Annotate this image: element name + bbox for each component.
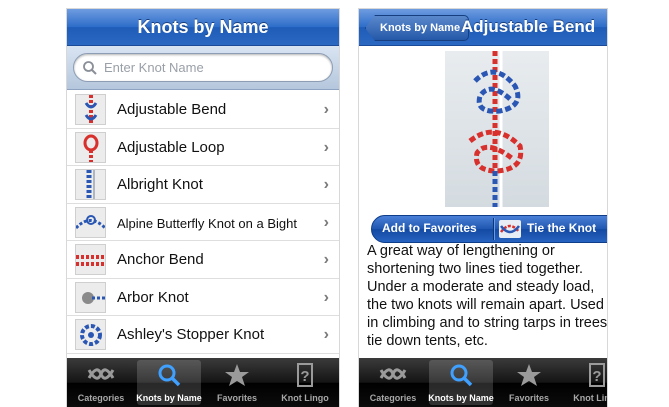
tab-label: Favorites xyxy=(508,393,550,403)
list-item[interactable]: Alpine Butterfly Knot on a Bight › xyxy=(67,203,339,241)
list-item-label: Ashley's Stopper Knot xyxy=(117,326,265,343)
page-title: Adjustable Bend xyxy=(461,17,596,36)
knot-thumbnail xyxy=(75,169,106,200)
action-bar: Add to Favorites Tie the Knot xyxy=(371,215,607,243)
tab-bar: Categories Knots by Name Favorites ? Kno… xyxy=(67,358,339,407)
navigation-bar: Knots by Name xyxy=(67,9,339,46)
list-item-label: Alpine Butterfly Knot on a Bight xyxy=(117,215,297,231)
tab-categories[interactable]: Categories xyxy=(67,358,135,407)
chevron-right-icon: › xyxy=(323,176,329,193)
knot-thumbnail xyxy=(75,244,106,275)
knot-thumbnail xyxy=(75,206,106,238)
list-item[interactable]: Albright Knot › xyxy=(67,166,339,204)
tab-knots-by-name[interactable]: Knots by Name xyxy=(427,358,495,407)
knot-thumbnail xyxy=(75,131,106,163)
tab-favorites[interactable]: Favorites xyxy=(203,358,271,407)
chevron-right-icon: › xyxy=(323,251,329,268)
question-icon: ? xyxy=(297,363,313,387)
back-button[interactable]: Knots by Name xyxy=(365,15,470,41)
knot-icon xyxy=(87,368,115,380)
page-title: Knots by Name xyxy=(137,17,269,37)
search-bar: Enter Knot Name xyxy=(67,46,339,90)
list-item-label: Adjustable Bend xyxy=(117,101,227,118)
tab-label: Knot Lingo xyxy=(281,393,329,403)
tab-label: Knots by Name xyxy=(136,393,202,403)
tab-label: Categories xyxy=(77,393,125,403)
knot-icon xyxy=(499,220,521,238)
search-icon xyxy=(83,61,97,75)
tab-label: Favorites xyxy=(216,393,258,403)
knot-detail-screen: Knots by Name Adjustable Bend Add to Fav… xyxy=(359,9,607,407)
tab-label: Knot Lingo xyxy=(573,393,607,403)
chevron-right-icon: › xyxy=(323,213,329,231)
list-item-label: Arbor Knot xyxy=(117,288,189,306)
add-to-favorites-button[interactable]: Add to Favorites xyxy=(382,221,477,235)
magnifier-icon xyxy=(450,364,473,387)
tab-label: Knots by Name xyxy=(428,393,494,403)
svg-text:?: ? xyxy=(300,368,309,385)
chevron-right-icon: › xyxy=(323,326,329,343)
knot-icon xyxy=(379,368,407,380)
tie-the-knot-button[interactable]: Tie the Knot xyxy=(527,221,596,235)
tab-categories[interactable]: Categories xyxy=(359,358,427,407)
star-icon xyxy=(517,364,541,386)
question-icon: ? xyxy=(589,363,605,387)
knot-photo xyxy=(445,51,549,207)
knot-thumbnail xyxy=(75,94,106,125)
divider xyxy=(493,218,494,240)
knot-description: A great way of lengthening or shortening… xyxy=(367,243,607,349)
list-item-label: Anchor Bend xyxy=(117,251,204,268)
tab-bar: Categories Knots by Name Favorites ? Kno… xyxy=(359,358,607,407)
list-item[interactable]: Adjustable Loop › xyxy=(67,128,339,166)
tab-favorites[interactable]: Favorites xyxy=(495,358,563,407)
tab-knots-by-name[interactable]: Knots by Name xyxy=(135,358,203,407)
chevron-right-icon: › xyxy=(323,288,329,306)
list-item-label: Adjustable Loop xyxy=(117,138,225,156)
list-item[interactable]: Ashley's Stopper Knot › xyxy=(67,316,339,354)
knot-list: Adjustable Bend › Adjustable Loop › Albr… xyxy=(67,91,339,354)
tab-knot-lingo[interactable]: ? Knot Lingo xyxy=(563,358,607,407)
list-item[interactable]: Arbor Knot › xyxy=(67,278,339,316)
search-placeholder: Enter Knot Name xyxy=(104,60,204,75)
navigation-bar: Knots by Name Adjustable Bend xyxy=(359,9,607,46)
tab-knot-lingo[interactable]: ? Knot Lingo xyxy=(271,358,339,407)
chevron-right-icon: › xyxy=(323,101,329,118)
search-input[interactable]: Enter Knot Name xyxy=(73,53,333,82)
list-item[interactable]: Anchor Bend › xyxy=(67,241,339,279)
tab-label: Categories xyxy=(369,393,417,403)
star-icon xyxy=(225,364,249,386)
knot-thumbnail xyxy=(75,319,106,350)
list-item[interactable]: Adjustable Bend › xyxy=(67,91,339,129)
magnifier-icon xyxy=(158,364,181,387)
knots-by-name-screen: Knots by Name Enter Knot Name Adjustable… xyxy=(67,9,339,407)
chevron-right-icon: › xyxy=(323,138,329,156)
list-item-label: Albright Knot xyxy=(117,176,203,193)
svg-text:?: ? xyxy=(592,368,601,385)
knot-thumbnail xyxy=(75,281,106,313)
